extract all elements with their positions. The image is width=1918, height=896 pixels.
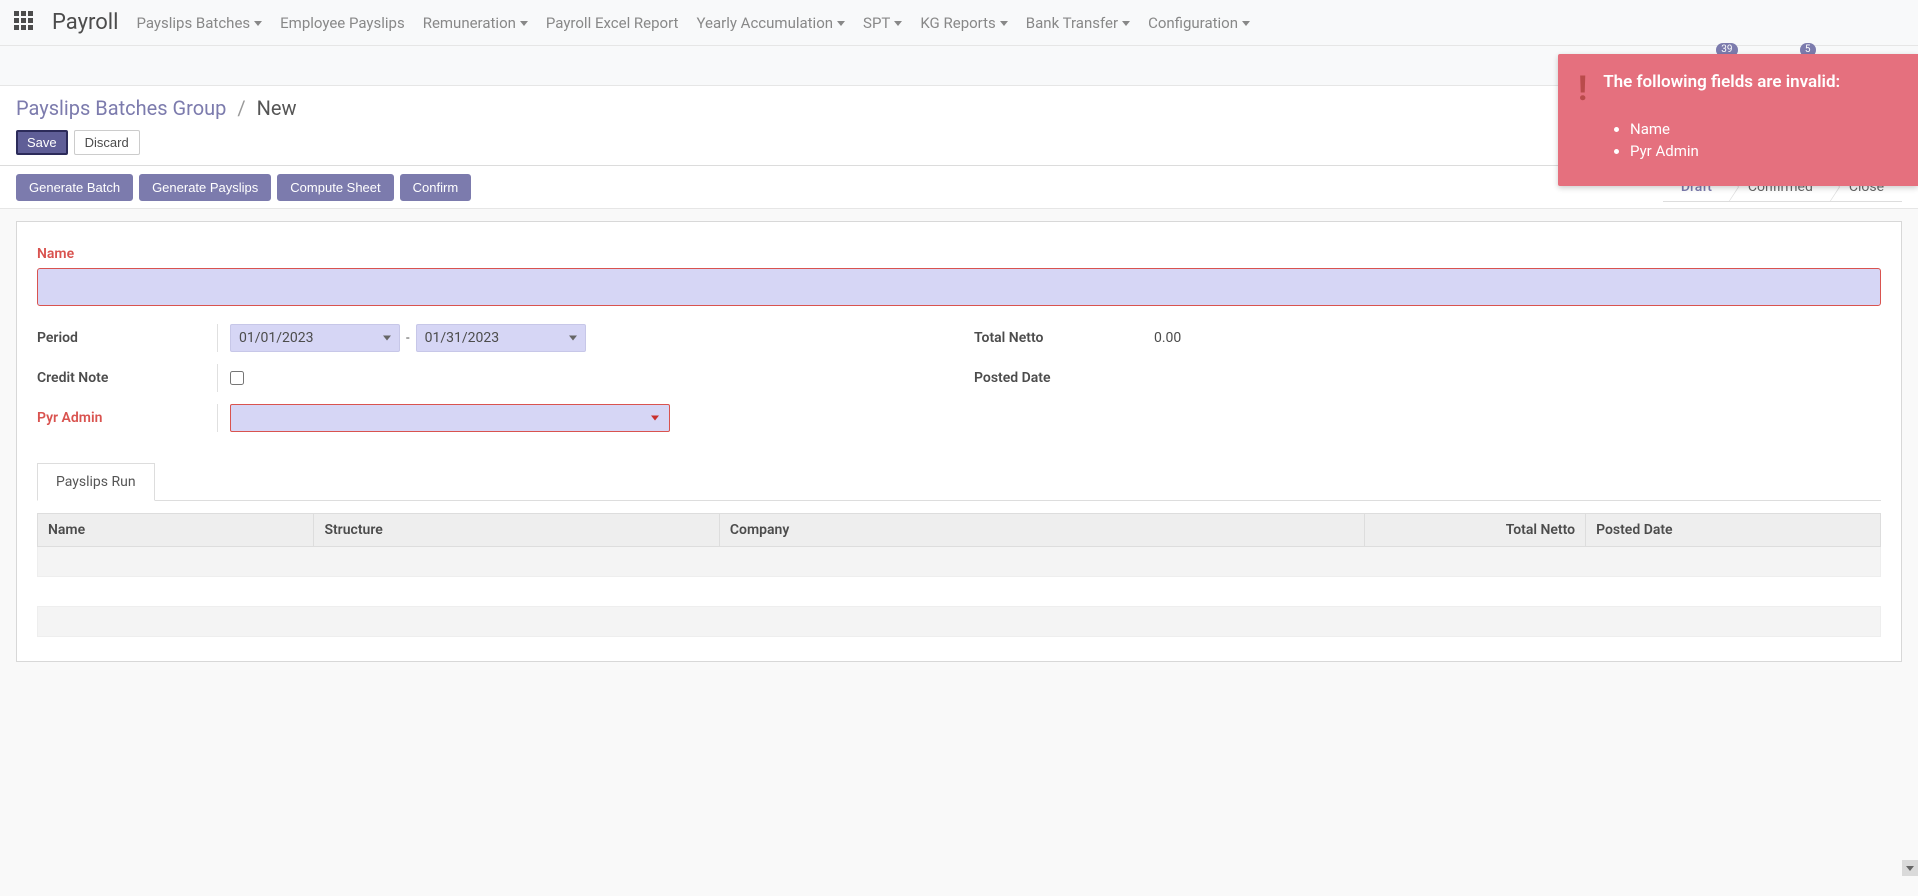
col-structure[interactable]: Structure bbox=[314, 514, 719, 547]
invalid-field-item: Name bbox=[1630, 120, 1898, 138]
menu-remuneration[interactable]: Remuneration bbox=[423, 14, 528, 32]
period-to-input[interactable]: 01/31/2023 bbox=[416, 324, 586, 352]
credit-note-checkbox[interactable] bbox=[230, 371, 244, 385]
col-posted-date[interactable]: Posted Date bbox=[1586, 514, 1881, 547]
chevron-down-icon bbox=[1242, 21, 1250, 26]
generate-payslips-button[interactable]: Generate Payslips bbox=[139, 174, 271, 201]
pyr-admin-input[interactable] bbox=[230, 404, 670, 432]
save-button[interactable]: Save bbox=[16, 130, 68, 155]
menu-bank-transfer[interactable]: Bank Transfer bbox=[1026, 14, 1130, 32]
menu-employee-payslips[interactable]: Employee Payslips bbox=[280, 14, 405, 32]
confirm-button[interactable]: Confirm bbox=[400, 174, 472, 201]
menu-payslips-batches[interactable]: Payslips Batches bbox=[136, 14, 262, 32]
col-name[interactable]: Name bbox=[38, 514, 314, 547]
table-row[interactable] bbox=[38, 547, 1881, 577]
scroll-down-icon[interactable] bbox=[1902, 860, 1918, 876]
form-left-column: Period 01/01/2023 - 01/31/2023 Credit No… bbox=[37, 324, 944, 444]
apps-icon[interactable] bbox=[14, 11, 38, 35]
name-input[interactable] bbox=[37, 268, 1881, 306]
col-total-netto[interactable]: Total Netto bbox=[1364, 514, 1585, 547]
total-netto-label: Total Netto bbox=[974, 330, 1154, 346]
menu-configuration[interactable]: Configuration bbox=[1148, 14, 1250, 32]
breadcrumb-parent[interactable]: Payslips Batches Group bbox=[16, 96, 226, 120]
main-menu: Payslips Batches Employee Payslips Remun… bbox=[136, 14, 1250, 32]
validation-error-toast: ! The following fields are invalid: Name… bbox=[1558, 54, 1918, 186]
table-spacer bbox=[38, 577, 1881, 607]
col-company[interactable]: Company bbox=[719, 514, 1364, 547]
brand-title: Payroll bbox=[52, 10, 118, 35]
payslips-run-table: Name Structure Company Total Netto Poste… bbox=[37, 513, 1881, 637]
period-from-input[interactable]: 01/01/2023 bbox=[230, 324, 400, 352]
form-sheet: Name Period 01/01/2023 - 01/31/2023 Cred… bbox=[16, 221, 1902, 662]
chevron-down-icon bbox=[894, 21, 902, 26]
chevron-down-icon bbox=[520, 21, 528, 26]
notification-field-list: Name Pyr Admin bbox=[1630, 120, 1898, 160]
credit-note-label: Credit Note bbox=[37, 370, 217, 386]
exclamation-icon: ! bbox=[1578, 72, 1587, 106]
total-netto-value: 0.00 bbox=[1154, 330, 1181, 346]
form-area: Name Period 01/01/2023 - 01/31/2023 Cred… bbox=[0, 209, 1918, 674]
compute-sheet-button[interactable]: Compute Sheet bbox=[277, 174, 393, 201]
invalid-field-item: Pyr Admin bbox=[1630, 142, 1898, 160]
breadcrumb-current: New bbox=[257, 96, 297, 120]
menu-payroll-excel-report[interactable]: Payroll Excel Report bbox=[546, 14, 679, 32]
notification-title: The following fields are invalid: bbox=[1603, 72, 1840, 92]
tab-payslips-run[interactable]: Payslips Run bbox=[37, 463, 155, 501]
generate-batch-button[interactable]: Generate Batch bbox=[16, 174, 133, 201]
chevron-down-icon bbox=[254, 21, 262, 26]
period-label: Period bbox=[37, 330, 217, 346]
breadcrumb-separator: / bbox=[237, 96, 245, 120]
menu-yearly-accumulation[interactable]: Yearly Accumulation bbox=[696, 14, 845, 32]
chevron-down-icon bbox=[1122, 21, 1130, 26]
top-navbar: Payroll Payslips Batches Employee Paysli… bbox=[0, 0, 1918, 46]
menu-kg-reports[interactable]: KG Reports bbox=[920, 14, 1007, 32]
notebook-tabs: Payslips Run bbox=[37, 462, 1881, 501]
chevron-down-icon bbox=[1000, 21, 1008, 26]
period-separator: - bbox=[406, 331, 410, 346]
discard-button[interactable]: Discard bbox=[74, 130, 140, 155]
posted-date-label: Posted Date bbox=[974, 370, 1154, 386]
form-right-column: Total Netto 0.00 Posted Date bbox=[974, 324, 1881, 444]
chevron-down-icon bbox=[837, 21, 845, 26]
table-row[interactable] bbox=[38, 607, 1881, 637]
pyr-admin-label: Pyr Admin bbox=[37, 410, 217, 426]
menu-spt[interactable]: SPT bbox=[863, 14, 902, 32]
name-label: Name bbox=[37, 246, 1881, 262]
